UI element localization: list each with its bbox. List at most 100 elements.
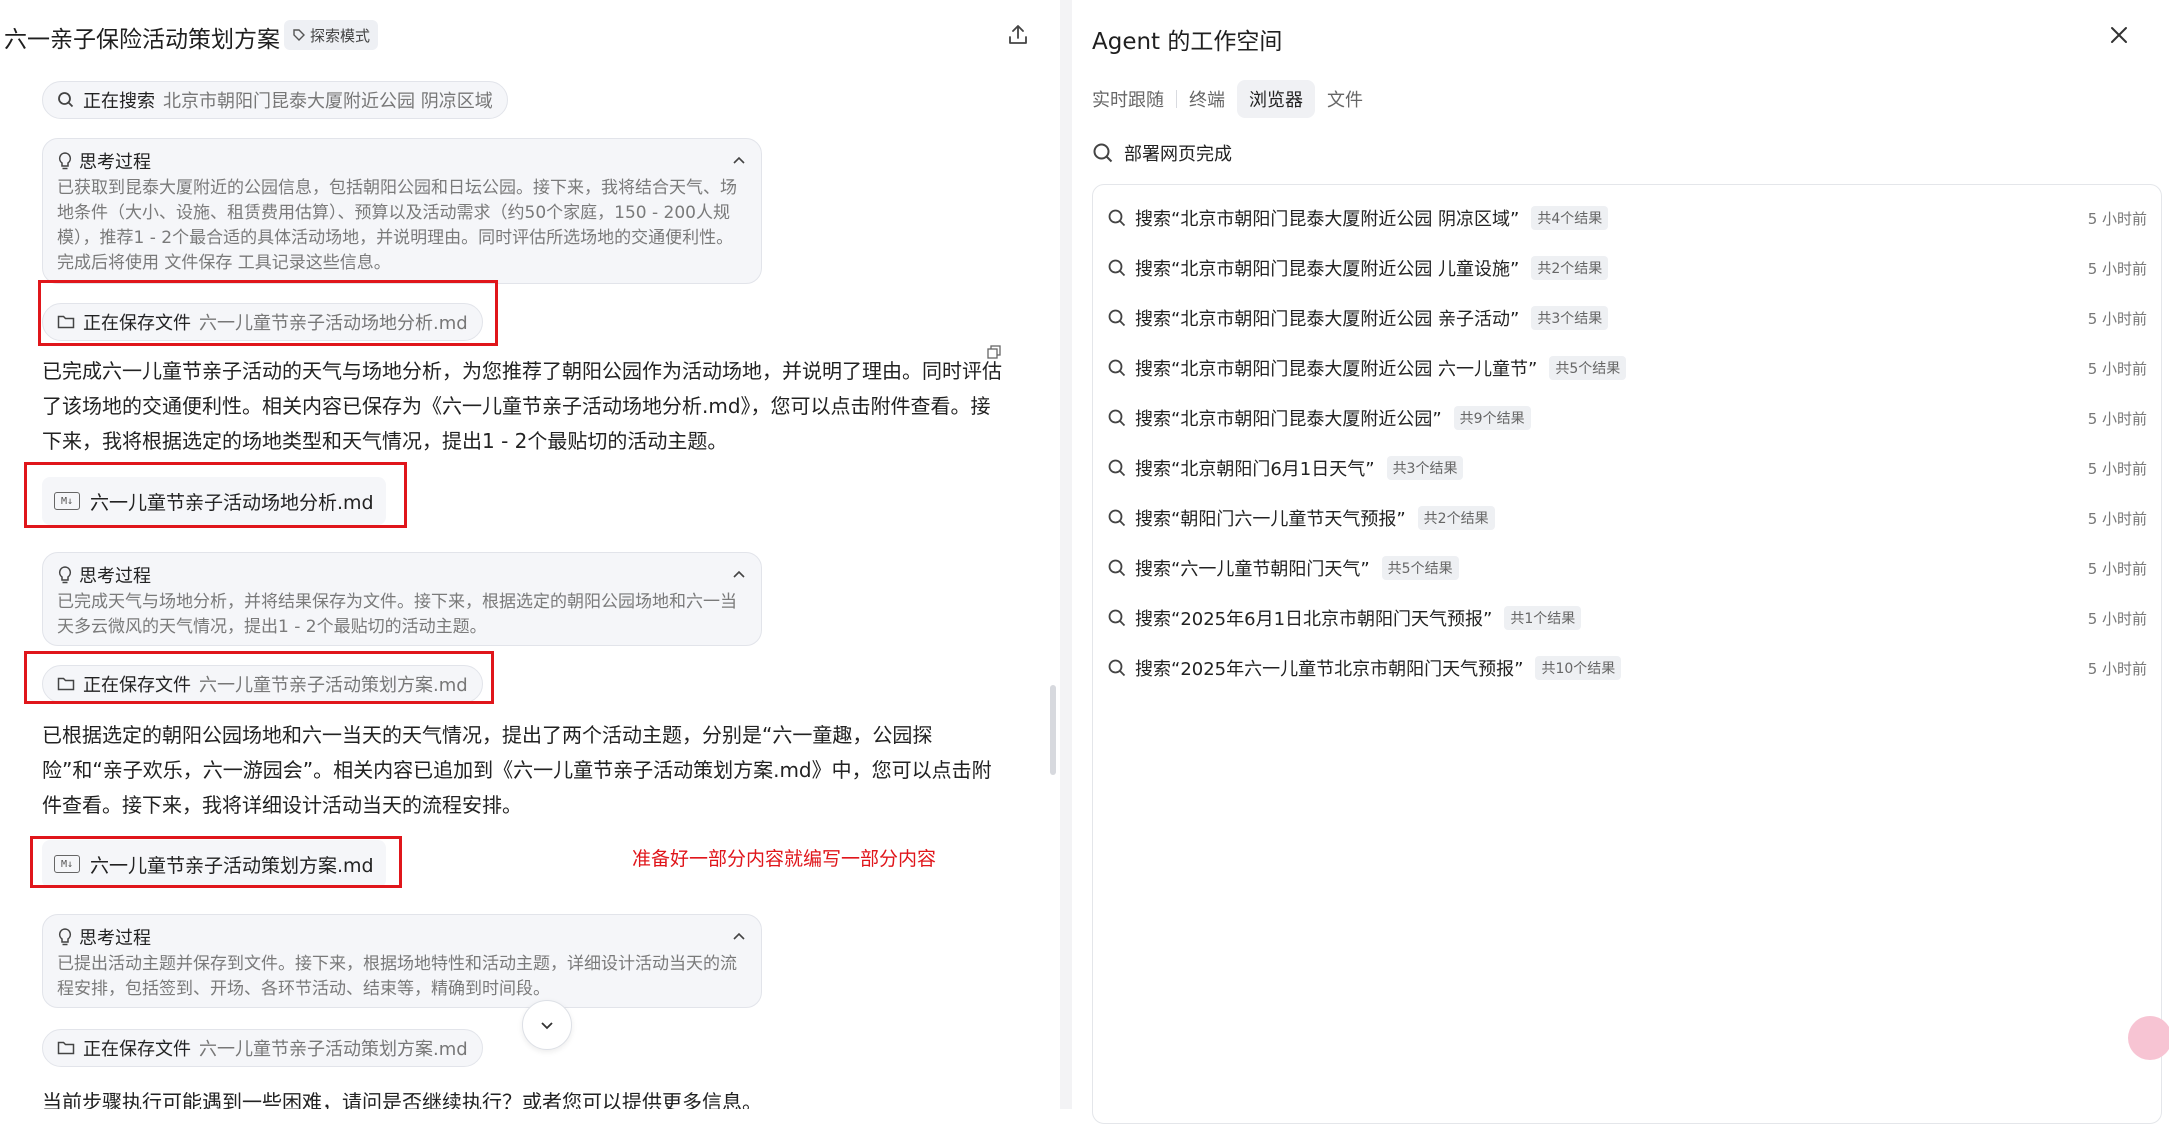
search-result-time: 5 小时前 [2087,609,2147,628]
search-results-list: 搜索“北京市朝阳门昆泰大厦附近公园 阴凉区域” 共4个结果 5 小时前 搜索“北京市朝… [1092,184,2162,1124]
saving-file-pill[interactable]: 正在保存文件 六一儿童节亲子活动策划方案.md [42,665,483,703]
search-result-count: 共5个结果 [1549,356,1627,380]
search-result-query: 搜索“北京朝阳门6月1日天气” [1135,459,1375,480]
chevron-down-icon [541,1022,553,1030]
thinking-text: 已获取到昆泰大厦附近的公园信息，包括朝阳公园和日坛公园。接下来，我将结合天气、场… [57,178,737,273]
folder-icon [57,315,75,329]
search-result-query: 搜索“2025年六一儿童节北京市朝阳门天气预报” [1135,659,1524,680]
workspace-tabs: 实时跟随 终端 浏览器 文件 [1092,80,1375,118]
thinking-title: 思考过程 [79,152,151,173]
search-result-time: 5 小时前 [2087,259,2147,278]
chat-panel: 六一亲子保险活动策划方案 探索模式 正在搜索 北京市朝阳门昆泰大厦附近公园 阴凉… [0,0,1060,1109]
search-result-row[interactable]: 搜索“北京市朝阳门昆泰大厦附近公园 亲子活动” 共3个结果 5 小时前 [1107,293,2147,343]
search-result-time: 5 小时前 [2087,309,2147,328]
scroll-to-bottom-button[interactable] [522,1000,572,1050]
search-result-count: 共3个结果 [1531,306,1609,330]
thinking-block: 思考过程 已完成天气与场地分析，并将结果保存为文件。接下来，根据选定的朝阳公园场… [42,552,762,646]
search-result-query: 搜索“北京市朝阳门昆泰大厦附近公园 六一儿童节” [1135,359,1538,380]
thinking-block: 思考过程 已提出活动主题并保存到文件。接下来，根据场地特性和活动主题，详细设计活… [42,914,762,1008]
saving-file-pill[interactable]: 正在保存文件 六一儿童节亲子活动场地分析.md [42,303,483,341]
search-result-row[interactable]: 搜索“北京市朝阳门昆泰大厦附近公园” 共9个结果 5 小时前 [1107,393,2147,443]
search-result-time: 5 小时前 [2087,659,2147,678]
saving-file-pill[interactable]: 正在保存文件 六一儿童节亲子活动策划方案.md [42,1029,483,1067]
search-status-label: 正在搜索 [83,91,155,112]
tab-browser[interactable]: 浏览器 [1237,80,1315,118]
search-result-count: 共10个结果 [1535,656,1622,680]
markdown-file-icon: M↓ [54,855,80,873]
search-status-pill[interactable]: 正在搜索 北京市朝阳门昆泰大厦附近公园 阴凉区域 [42,81,508,119]
folder-icon [57,677,75,691]
search-result-row[interactable]: 搜索“北京市朝阳门昆泰大厦附近公园 阴凉区域” 共4个结果 5 小时前 [1107,193,2147,243]
search-result-row[interactable]: 搜索“2025年六一儿童节北京市朝阳门天气预报” 共10个结果 5 小时前 [1107,643,2147,693]
chevron-up-icon[interactable] [731,153,747,169]
saving-file-name: 六一儿童节亲子活动策划方案.md [199,1039,468,1060]
search-result-row[interactable]: 搜索“北京朝阳门6月1日天气” 共3个结果 5 小时前 [1107,443,2147,493]
search-result-query: 搜索“北京市朝阳门昆泰大厦附近公园” [1135,409,1442,430]
search-result-query: 搜索“北京市朝阳门昆泰大厦附近公园 亲子活动” [1135,309,1520,330]
mode-badge[interactable]: 探索模式 [284,20,379,50]
search-icon [1093,143,1113,163]
saving-file-label: 正在保存文件 [83,675,191,696]
assistant-message-partial: 当前步骤执行可能遇到一些困难，请问是否继续执行？或者您可以提供更多信息。 [42,1090,762,1109]
search-result-count: 共9个结果 [1453,406,1531,430]
attachment-card[interactable]: M↓ 六一儿童节亲子活动策划方案.md [42,840,386,888]
tag-icon [293,29,305,41]
mode-badge-label: 探索模式 [310,26,371,45]
scrollbar-thumb[interactable] [1050,685,1056,775]
search-result-count: 共5个结果 [1381,556,1459,580]
search-result-row[interactable]: 搜索“朝阳门六一儿童节天气预报” 共2个结果 5 小时前 [1107,493,2147,543]
annotation-note: 准备好一部分内容就编写一部分内容 [632,848,937,870]
search-status-query: 北京市朝阳门昆泰大厦附近公园 阴凉区域 [163,91,493,112]
search-icon [58,92,74,108]
search-icon [1108,359,1126,377]
search-result-count: 共2个结果 [1417,506,1495,530]
search-result-count: 共1个结果 [1504,606,1582,630]
search-icon [1108,659,1126,677]
search-icon [1108,309,1126,327]
saving-file-name: 六一儿童节亲子活动策划方案.md [199,675,468,696]
saving-file-name: 六一儿童节亲子活动场地分析.md [199,313,468,334]
thinking-title: 思考过程 [79,566,151,587]
search-icon [1108,509,1126,527]
tab-terminal[interactable]: 终端 [1177,80,1237,118]
share-icon[interactable] [1005,22,1031,48]
chevron-up-icon[interactable] [731,929,747,945]
search-icon [1108,459,1126,477]
attachment-name: 六一儿童节亲子活动策划方案.md [90,854,374,877]
close-icon[interactable] [2106,22,2132,48]
bulb-icon [58,566,72,584]
search-result-time: 5 小时前 [2087,409,2147,428]
search-result-time: 5 小时前 [2087,359,2147,378]
markdown-file-icon: M↓ [54,492,80,510]
bulb-icon [58,152,72,170]
search-result-query: 搜索“2025年6月1日北京市朝阳门天气预报” [1135,609,1493,630]
search-result-query: 搜索“朝阳门六一儿童节天气预报” [1135,509,1406,530]
page-title: 六一亲子保险活动策划方案 [4,27,280,53]
search-result-row[interactable]: 搜索“六一儿童节朝阳门天气” 共5个结果 5 小时前 [1107,543,2147,593]
tab-files[interactable]: 文件 [1315,80,1375,118]
search-result-query: 搜索“北京市朝阳门昆泰大厦附近公园 阴凉区域” [1135,209,1520,230]
thinking-text: 已完成天气与场地分析，并将结果保存为文件。接下来，根据选定的朝阳公园场地和六一当… [57,592,737,637]
search-icon [1108,409,1126,427]
search-result-row[interactable]: 搜索“2025年6月1日北京市朝阳门天气预报” 共1个结果 5 小时前 [1107,593,2147,643]
search-result-time: 5 小时前 [2087,559,2147,578]
search-result-time: 5 小时前 [2087,459,2147,478]
search-result-count: 共4个结果 [1531,206,1609,230]
search-result-row[interactable]: 搜索“北京市朝阳门昆泰大厦附近公园 六一儿童节” 共5个结果 5 小时前 [1107,343,2147,393]
thinking-text: 已提出活动主题并保存到文件。接下来，根据场地特性和活动主题，详细设计活动当天的流… [57,954,737,999]
assistant-message: 已根据选定的朝阳公园场地和六一当天的天气情况，提出了两个活动主题，分别是“六一童… [42,723,992,817]
search-result-row[interactable]: 搜索“北京市朝阳门昆泰大厦附近公园 儿童设施” 共2个结果 5 小时前 [1107,243,2147,293]
agent-workspace-panel: Agent 的工作空间 实时跟随 终端 浏览器 文件 部署网页完成 搜索“北京市… [1072,0,2169,1124]
thinking-title: 思考过程 [79,928,151,949]
tab-live-follow[interactable]: 实时跟随 [1092,80,1176,118]
panel-divider[interactable] [1060,0,1072,1109]
search-result-query: 搜索“六一儿童节朝阳门天气” [1135,559,1370,580]
chevron-up-icon[interactable] [731,567,747,583]
search-icon [1108,609,1126,627]
bulb-icon [58,928,72,946]
translate-icon[interactable] [2128,1016,2169,1060]
saving-file-label: 正在保存文件 [83,1039,191,1060]
search-result-count: 共2个结果 [1531,256,1609,280]
browser-status-text: 部署网页完成 [1124,144,1232,165]
attachment-card[interactable]: M↓ 六一儿童节亲子活动场地分析.md [42,477,386,525]
